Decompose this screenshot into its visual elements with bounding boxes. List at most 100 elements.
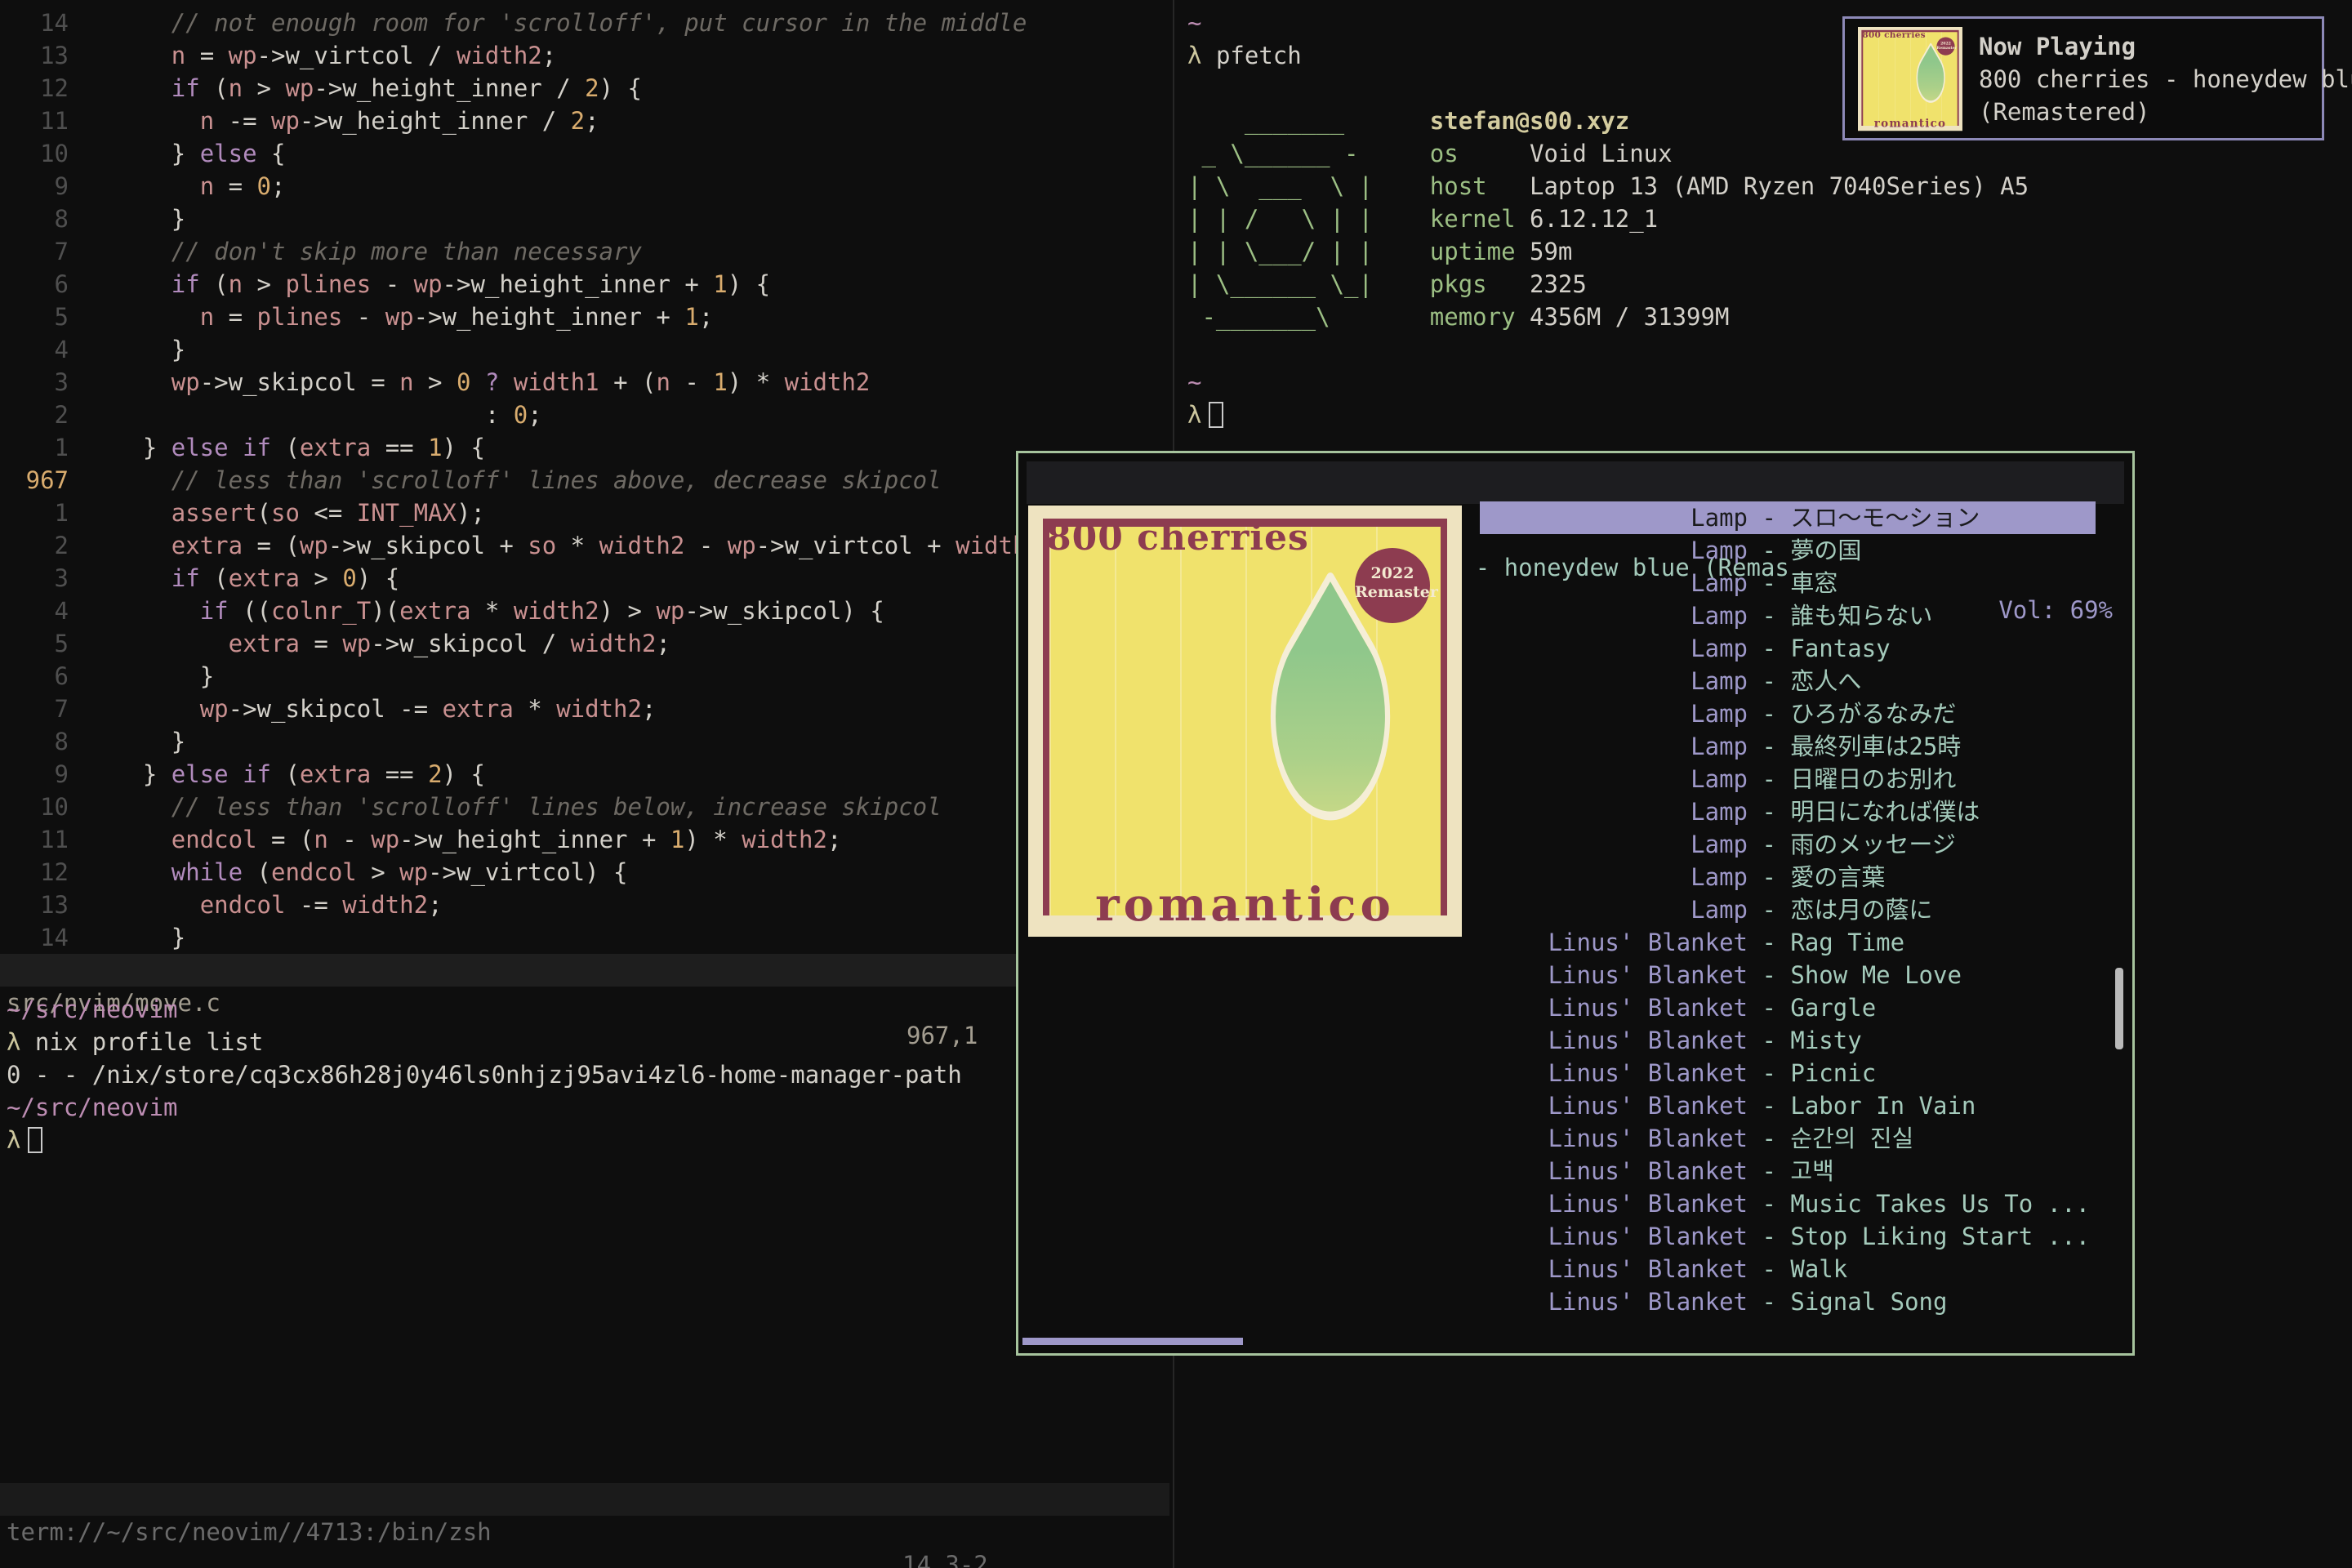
shell-prompt-path: ~ <box>1187 7 1201 39</box>
queue-row[interactable]: Linus' Blanket - Labor In Vain <box>1480 1089 2096 1122</box>
shell-command: pfetch <box>1216 42 1302 69</box>
code-line[interactable]: 3 if (extra > 0) { <box>0 562 1169 595</box>
queue-row[interactable]: Linus' Blanket - 순간의 진실 <box>1480 1122 2096 1155</box>
pfetch-row: _ \______ -osVoid Linux <box>1187 137 1673 170</box>
nvim-editor-pane[interactable]: 14 // not enough room for 'scrolloff', p… <box>0 0 1169 1568</box>
line-number: 14 <box>0 7 69 39</box>
queue-row[interactable]: Linus' Blanket - 고백 <box>1480 1155 2096 1187</box>
line-number: 9 <box>0 758 69 791</box>
line-number: 967 <box>0 464 69 497</box>
line-number: 3 <box>0 366 69 399</box>
notification-album-thumbnail: 800 cherries 2022Remaster romantico <box>1858 27 1962 131</box>
queue-row[interactable]: Lamp - Fantasy <box>1480 632 2096 665</box>
statusline-active: src/nvim/move.c 967,1 <box>0 954 1169 987</box>
queue-row[interactable]: Lamp - 恋は月の蔭に <box>1480 893 2096 926</box>
statusline-ruler: 967,1 <box>906 1019 978 1052</box>
code-line[interactable]: 6 if (n > plines - wp->w_height_inner + … <box>0 268 1169 301</box>
code-line[interactable]: 8 } <box>0 203 1169 235</box>
code-line[interactable]: 13 endcol -= width2; <box>0 889 1169 921</box>
code-line[interactable]: 2 extra = (wp->w_skipcol + so * width2 -… <box>0 529 1169 562</box>
queue-row[interactable]: Linus' Blanket - Signal Song <box>1480 1285 2096 1318</box>
code-line[interactable]: 7 // don't skip more than necessary <box>0 235 1169 268</box>
queue-row[interactable]: Lamp - 愛の言葉 <box>1480 861 2096 893</box>
line-number: 13 <box>0 889 69 921</box>
queue-row[interactable]: Linus' Blanket - Walk <box>1480 1253 2096 1285</box>
queue-row[interactable]: Linus' Blanket - Music Takes Us To ... <box>1480 1187 2096 1220</box>
terminal-row: 0 - - /nix/store/cq3cx86h28j0y46ls0nhjzj… <box>7 1058 962 1091</box>
line-number: 11 <box>0 823 69 856</box>
line-number: 8 <box>0 725 69 758</box>
queue-scrollbar-thumb[interactable] <box>2115 968 2123 1049</box>
album-art: 800 cherries 2022Remaster romantico <box>1858 27 1962 131</box>
lambda-prompt-icon: λ <box>1187 401 1201 429</box>
line-number: 1 <box>0 497 69 529</box>
queue-row[interactable]: Linus' Blanket - Show Me Love <box>1480 959 2096 991</box>
code-line[interactable]: 11 endcol = (n - wp->w_height_inner + 1)… <box>0 823 1169 856</box>
pfetch-row: | | \___/ | |uptime59m <box>1187 235 1572 268</box>
code-line[interactable]: 12 if (n > wp->w_height_inner / 2) { <box>0 72 1169 105</box>
queue-row[interactable]: Linus' Blanket - Gargle <box>1480 991 2096 1024</box>
queue-row[interactable]: Lamp - ひろがるなみだ <box>1480 697 2096 730</box>
queue-row[interactable]: Lamp - 雨のメッセージ <box>1480 828 2096 861</box>
queue-row[interactable]: Lamp - 車窓 <box>1480 567 2096 599</box>
remaster-badge: 2022Remaster <box>1936 38 1954 56</box>
line-number: 7 <box>0 693 69 725</box>
line-number: 12 <box>0 856 69 889</box>
player-album-art: 800 cherries 2022Remaster romantico <box>1028 506 1462 937</box>
queue-row[interactable]: Lamp - 明日になれば僕は <box>1480 795 2096 828</box>
queue-row[interactable]: Lamp - 誰も知らない <box>1480 599 2096 632</box>
pfetch-row: | | / \ | |kernel6.12.12_1 <box>1187 203 1658 235</box>
code-line[interactable]: 5 n = plines - wp->w_height_inner + 1; <box>0 301 1169 333</box>
queue-row[interactable]: Lamp - 最終列車は25時 <box>1480 730 2096 763</box>
code-line[interactable]: 1 assert(so <= INT_MAX); <box>0 497 1169 529</box>
code-line[interactable]: 12 while (endcol > wp->w_virtcol) { <box>0 856 1169 889</box>
player-progress-bar[interactable] <box>1022 1338 1243 1345</box>
pfetch-row: -_______\memory4356M / 31399M <box>1187 301 1729 333</box>
code-line[interactable]: 13 n = wp->w_virtcol / width2; <box>0 39 1169 72</box>
queue-row[interactable]: Lamp - スロ〜モ〜ション <box>1480 501 2096 534</box>
album-artist-text: 800 cherries <box>1862 29 1926 39</box>
code-line[interactable]: 6 } <box>0 660 1169 693</box>
code-line[interactable]: 8 } <box>0 725 1169 758</box>
code-line[interactable]: 10 } else { <box>0 137 1169 170</box>
queue-row[interactable]: Lamp - 日曜日のお別れ <box>1480 763 2096 795</box>
queue-row[interactable]: Linus' Blanket - Misty <box>1480 1024 2096 1057</box>
terminal-cursor <box>28 1127 42 1153</box>
code-line[interactable]: 5 extra = wp->w_skipcol / width2; <box>0 627 1169 660</box>
queue-row[interactable]: Linus' Blanket - Stop Liking Start ... <box>1480 1220 2096 1253</box>
code-line[interactable]: 967 // less than 'scrolloff' lines above… <box>0 464 1169 497</box>
line-number: 13 <box>0 39 69 72</box>
queue-row[interactable]: Linus' Blanket - Picnic <box>1480 1057 2096 1089</box>
player-titlebar: [Playing] herries - honeydew blue (Remas… <box>1027 461 2124 504</box>
notification-title: Now Playing <box>1979 30 2136 63</box>
code-line[interactable]: 1 } else if (extra == 1) { <box>0 431 1169 464</box>
line-number: 4 <box>0 595 69 627</box>
line-number: 8 <box>0 203 69 235</box>
line-number: 5 <box>0 627 69 660</box>
queue-row[interactable]: Lamp - 夢の国 <box>1480 534 2096 567</box>
line-number: 6 <box>0 268 69 301</box>
now-playing-notification[interactable]: 800 cherries 2022Remaster romantico Now … <box>1842 16 2324 140</box>
code-line[interactable]: 4 if ((colnr_T)(extra * width2) > wp->w_… <box>0 595 1169 627</box>
code-line[interactable]: 2 : 0; <box>0 399 1169 431</box>
code-line[interactable]: 3 wp->w_skipcol = n > 0 ? width1 + (n - … <box>0 366 1169 399</box>
queue-row[interactable]: Linus' Blanket - Rag Time <box>1480 926 2096 959</box>
code-line[interactable]: 7 wp->w_skipcol -= extra * width2; <box>0 693 1169 725</box>
code-line[interactable]: 11 n -= wp->w_height_inner / 2; <box>0 105 1169 137</box>
pfetch-row: | \ ___ \ |hostLaptop 13 (AMD Ryzen 7040… <box>1187 170 2029 203</box>
queue-row[interactable]: Lamp - 恋人へ <box>1480 665 2096 697</box>
pfetch-row: _______stefan@s00.xyz <box>1187 105 1629 137</box>
code-line[interactable]: 14 } <box>0 921 1169 954</box>
album-title-text: romantico <box>1028 878 1462 932</box>
music-player-window[interactable]: [Playing] herries - honeydew blue (Remas… <box>1016 451 2135 1356</box>
pfetch-row: | \______ \_|pkgs2325 <box>1187 268 1587 301</box>
line-number: 2 <box>0 399 69 431</box>
code-line[interactable]: 10 // less than 'scrolloff' lines below,… <box>0 791 1169 823</box>
line-number: 2 <box>0 529 69 562</box>
code-line[interactable]: 9 n = 0; <box>0 170 1169 203</box>
code-line[interactable]: 14 // not enough room for 'scrolloff', p… <box>0 7 1169 39</box>
album-title-text: romantico <box>1858 117 1962 130</box>
code-line[interactable]: 4 } <box>0 333 1169 366</box>
terminal-row: ~/src/neovim <box>7 1091 178 1124</box>
code-line[interactable]: 9 } else if (extra == 2) { <box>0 758 1169 791</box>
